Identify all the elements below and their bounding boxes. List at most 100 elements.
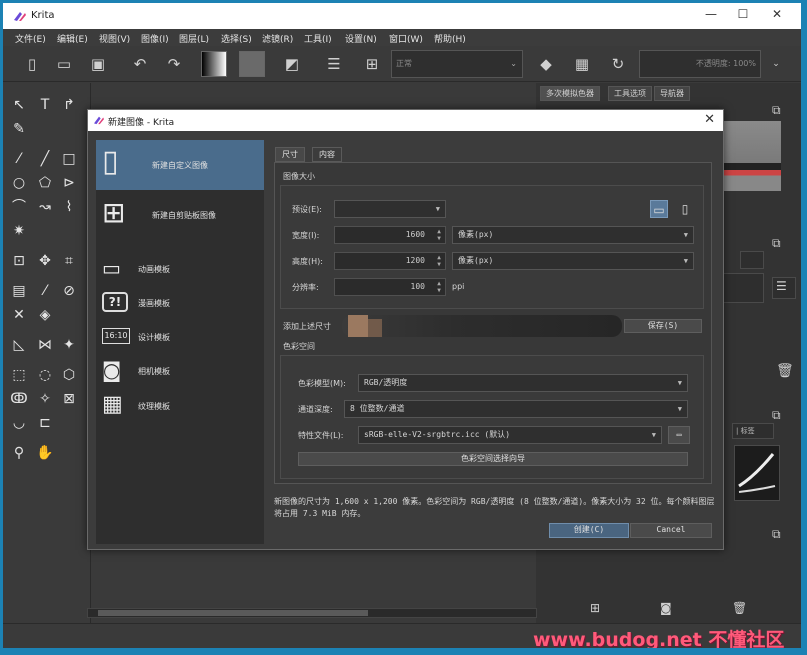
polyline-tool-icon[interactable]: ⊳ — [59, 173, 79, 193]
similar-select-tool-icon[interactable]: ⊠ — [59, 389, 79, 409]
template-design[interactable]: 16:10 设计模板 — [96, 324, 264, 350]
preserve-alpha-icon[interactable]: ▦ — [571, 53, 593, 75]
portrait-orientation-icon[interactable]: ▯ — [676, 200, 694, 218]
reference-image-tool-icon[interactable]: ✦ — [59, 335, 79, 355]
color-space-wizard-button[interactable]: 色彩空间选择向导 — [298, 452, 688, 466]
canvas-horizontal-scrollbar[interactable] — [87, 608, 537, 618]
trash-icon[interactable]: 🗑 — [776, 363, 794, 379]
menu-layer[interactable]: 图层(L) — [179, 32, 209, 45]
brush-preset-thumbnail[interactable] — [734, 445, 780, 501]
rectangle-tool-icon[interactable]: □ — [59, 149, 79, 169]
fg-bg-color-icon[interactable]: ◩ — [281, 53, 303, 75]
blend-mode-select[interactable]: 正常 ⌄ — [391, 50, 523, 78]
stepper-icon[interactable]: ▲ ▼ — [434, 280, 444, 294]
cancel-button[interactable]: Cancel — [630, 523, 712, 538]
pattern-swatch[interactable] — [239, 51, 265, 77]
calligraphy-tool-icon[interactable]: ✎ — [9, 119, 29, 139]
template-animation[interactable]: ▭ 动画模板 — [96, 256, 264, 282]
edit-shape-tool-icon[interactable]: ↱ — [59, 95, 79, 115]
gradient-tool-icon[interactable]: ▤ — [9, 281, 29, 301]
ellipse-tool-icon[interactable]: ○ — [9, 173, 29, 193]
eraser-icon[interactable]: ◆ — [535, 53, 557, 75]
freehand-select-tool-icon[interactable]: ↂ — [9, 389, 29, 409]
pan-tool-icon[interactable]: ✋ — [35, 443, 55, 463]
resolution-input[interactable]: 100 ▲ ▼ — [334, 278, 446, 296]
docker-tab-tool-options[interactable]: 工具选项 — [608, 86, 652, 101]
menu-view[interactable]: 视图(V) — [99, 32, 130, 45]
contiguous-select-tool-icon[interactable]: ✧ — [35, 389, 55, 409]
smart-patch-tool-icon[interactable]: ⊘ — [59, 281, 79, 301]
gradient-swatch[interactable] — [201, 51, 227, 77]
brush-tool-icon[interactable]: ⁄ — [9, 149, 29, 169]
menu-tools[interactable]: 工具(I) — [304, 32, 332, 45]
color-selector-strip[interactable] — [719, 121, 781, 191]
menu-window[interactable]: 窗口(W) — [389, 32, 423, 45]
open-folder-icon[interactable]: ▭ — [53, 53, 75, 75]
menu-file[interactable]: 文件(E) — [15, 32, 46, 45]
layers-list[interactable] — [720, 273, 764, 303]
docker-tab-color-selector[interactable]: 多次模拟色器 — [540, 86, 600, 101]
docker-float-icon[interactable]: ⧉ — [772, 527, 781, 542]
docker-tab-navigator[interactable]: 导航器 — [654, 86, 690, 101]
stepper-icon[interactable]: ▲ ▼ — [434, 228, 444, 242]
select-shape-tool-icon[interactable]: ↖ — [9, 95, 29, 115]
save-preset-button[interactable]: 保存(S) — [624, 319, 702, 333]
docker-float-icon[interactable]: ⧉ — [772, 236, 781, 251]
freehand-path-tool-icon[interactable]: ↝ — [35, 197, 55, 217]
dynamic-brush-tool-icon[interactable]: ⌇ — [59, 197, 79, 217]
redo-icon[interactable]: ↷ — [163, 53, 185, 75]
profile-browse-folder-icon[interactable]: ▭ — [668, 426, 690, 444]
crop-tool-icon[interactable]: ⌗ — [59, 251, 79, 271]
height-input[interactable]: 1200 ▲ ▼ — [334, 252, 446, 270]
menu-edit[interactable]: 编辑(E) — [57, 32, 88, 45]
template-comic[interactable]: ?! 漫画模板 — [96, 290, 264, 316]
filter-dropdown[interactable] — [740, 251, 764, 269]
polygon-tool-icon[interactable]: ⬠ — [35, 173, 55, 193]
colorize-mask-tool-icon[interactable]: ✕ — [9, 305, 29, 325]
magnetic-select-tool-icon[interactable]: ⊏ — [35, 413, 55, 433]
zoom-tool-icon[interactable]: ⚲ — [9, 443, 29, 463]
width-input[interactable]: 1600 ▲ ▼ — [334, 226, 446, 244]
rect-select-tool-icon[interactable]: ⬚ — [9, 365, 29, 385]
bezier-select-tool-icon[interactable]: ◡ — [9, 413, 29, 433]
multibrush-tool-icon[interactable]: ✷ — [9, 221, 29, 241]
width-unit-select[interactable]: 像素(px) ▼ — [452, 226, 694, 244]
template-camera[interactable]: ◙ 相机模板 — [96, 358, 264, 384]
bezier-tool-icon[interactable]: ⌒ — [9, 197, 29, 217]
preset-select[interactable]: ▼ — [334, 200, 446, 218]
more-toolbar-chevron-icon[interactable]: ⌄ — [765, 53, 787, 75]
reload-preset-icon[interactable]: ↻ — [607, 53, 629, 75]
dialog-close-icon[interactable]: ✕ — [704, 112, 715, 127]
line-tool-icon[interactable]: ╱ — [35, 149, 55, 169]
transform-tool-icon[interactable]: ⊡ — [9, 251, 29, 271]
menu-image[interactable]: 图像(I) — [141, 32, 169, 45]
assistant-tool-icon[interactable]: ⋈ — [35, 335, 55, 355]
save-icon[interactable]: ▣ — [87, 53, 109, 75]
maximize-button[interactable]: ☐ — [729, 7, 757, 25]
minimize-button[interactable]: — — [697, 7, 725, 25]
tab-dimensions[interactable]: 尺寸 — [275, 147, 305, 162]
opacity-slider[interactable]: 不透明度: 100% — [639, 50, 761, 78]
height-unit-select[interactable]: 像素(px) ▼ — [452, 252, 694, 270]
create-button[interactable]: 创建(C) — [549, 523, 629, 538]
menu-help[interactable]: 帮助(H) — [434, 32, 466, 45]
profile-select[interactable]: sRGB-elle-V2-srgbtrc.icc (默认) ▼ — [358, 426, 662, 444]
color-model-select[interactable]: RGB/透明度 ▼ — [358, 374, 688, 392]
add-item-icon[interactable]: ⊞ — [590, 601, 600, 615]
ellipse-select-tool-icon[interactable]: ◌ — [35, 365, 55, 385]
color-picker-tool-icon[interactable]: ⁄ — [35, 281, 55, 301]
move-tool-icon[interactable]: ✥ — [35, 251, 55, 271]
tab-content[interactable]: 内容 — [312, 147, 342, 162]
menu-filter[interactable]: 滤镜(R) — [262, 32, 293, 45]
landscape-orientation-icon[interactable]: ▭ — [650, 200, 668, 218]
menu-select[interactable]: 选择(S) — [221, 32, 252, 45]
stepper-icon[interactable]: ▲ ▼ — [434, 254, 444, 268]
brush-tag-search[interactable]: | 标签 — [732, 423, 774, 439]
template-custom-image[interactable]: ▯ 新建自定义图像 — [96, 140, 264, 190]
channel-depth-select[interactable]: 8 位整数/通道 ▼ — [344, 400, 688, 418]
brush-presets-icon[interactable]: ⊞ — [361, 53, 383, 75]
polygon-select-tool-icon[interactable]: ⬡ — [59, 365, 79, 385]
delete-item-icon[interactable]: 🗑 — [732, 601, 747, 615]
camera-icon[interactable]: ◙ — [660, 601, 672, 615]
fill-tool-icon[interactable]: ◈ — [35, 305, 55, 325]
